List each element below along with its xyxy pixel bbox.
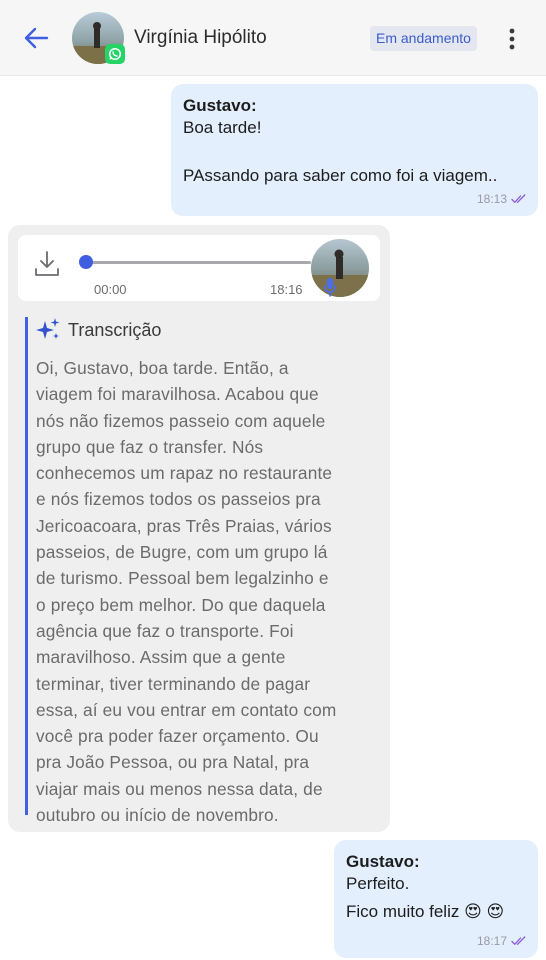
transcript-line: de turismo. Pessoal bem legalzinho e bbox=[36, 568, 329, 589]
whatsapp-icon bbox=[105, 44, 125, 64]
transcript-line: outubro ou início de novembro. bbox=[36, 805, 279, 826]
transcript-section: Transcrição Oi, Gustavo, boa tarde. Entã… bbox=[25, 317, 375, 825]
message-line: PAssando para saber como foi a viagem.. bbox=[183, 166, 498, 185]
message-time: 18:13 bbox=[476, 192, 507, 206]
transcript-line: agência que faz o transporte. Foi bbox=[36, 620, 294, 641]
sparkle-icon bbox=[36, 318, 60, 339]
chat-header: Virgínia Hipólito Em andamento bbox=[0, 0, 546, 76]
transcript-line: o preço bem melhor. Do que daquela bbox=[36, 594, 326, 615]
audio-player: 00:00 18:16 bbox=[18, 235, 380, 301]
transcript-line: terminar, tiver terminando de pagar bbox=[36, 673, 311, 694]
transcript-line: pra João Pessoa, ou pra Natal, pra bbox=[36, 752, 310, 773]
message-time: 18:17 bbox=[476, 934, 507, 948]
message-line: Perfeito. bbox=[346, 874, 410, 893]
message-bubble-outgoing[interactable]: Gustavo: Boa tarde! PAssando para saber … bbox=[171, 84, 538, 216]
message-bubble-outgoing[interactable]: Gustavo: Perfeito. Fico muito feliz 😍 😍 … bbox=[334, 840, 538, 958]
transcript-header: Transcrição bbox=[36, 317, 375, 343]
transcript-line: conhecemos um rapaz no restaurante bbox=[36, 463, 333, 484]
transcript-line: viajar mais ou menos nessa data, de bbox=[36, 778, 323, 799]
transcript-line: grupo que faz o transfer. Nós bbox=[36, 436, 264, 457]
download-icon[interactable] bbox=[32, 249, 62, 279]
sender-avatar bbox=[311, 239, 369, 297]
microphone-icon bbox=[324, 278, 336, 297]
back-arrow-icon bbox=[24, 27, 49, 49]
transcript-line: passeios, de Bugre, com um grupo lá bbox=[36, 542, 328, 563]
audio-elapsed-time: 00:00 bbox=[94, 282, 127, 297]
audio-progress-handle[interactable] bbox=[79, 255, 93, 269]
message-meta: 18:13 bbox=[477, 192, 526, 206]
transcript-line: Jericoacoara, pras Três Praias, vários bbox=[36, 515, 332, 536]
transcript-line: você pra poder fazer orçamento. Ou bbox=[36, 726, 319, 747]
message-bubble-incoming: 00:00 18:16 Transcrição Oi, Gustavo, boa… bbox=[8, 225, 390, 832]
double-check-icon bbox=[511, 194, 526, 203]
transcript-line: Oi, Gustavo, boa tarde. Então, a bbox=[36, 358, 289, 378]
back-button[interactable] bbox=[22, 24, 50, 52]
message-sender: Gustavo: bbox=[183, 96, 257, 115]
audio-timestamp: 18:16 bbox=[270, 282, 303, 297]
message-sender: Gustavo: bbox=[346, 852, 420, 871]
double-check-icon bbox=[511, 936, 526, 945]
audio-progress-track[interactable] bbox=[89, 261, 311, 264]
transcript-line: nós não fizemos passeio com aquele bbox=[36, 410, 326, 431]
transcript-line: essa, aí eu vou entrar em contato com bbox=[36, 699, 337, 720]
transcript-line: viagem foi maravilhosa. Acabou que bbox=[36, 384, 319, 405]
status-badge: Em andamento bbox=[370, 26, 477, 51]
transcript-line: e nós fizemos todos os passeios pra bbox=[36, 489, 321, 510]
transcript-text: Oi, Gustavo, boa tarde. Então, a viagem … bbox=[36, 355, 380, 828]
message-line: Fico muito feliz 😍 😍 bbox=[346, 902, 505, 921]
contact-name[interactable]: Virgínia Hipólito bbox=[134, 27, 267, 49]
more-vertical-icon bbox=[509, 28, 515, 50]
transcript-title: Transcrição bbox=[68, 319, 162, 340]
transcript-line: maravilhoso. Assim que a gente bbox=[36, 647, 286, 668]
message-line bbox=[183, 140, 526, 164]
message-meta: 18:17 bbox=[477, 934, 526, 948]
message-line: Boa tarde! bbox=[183, 118, 262, 137]
more-options-button[interactable] bbox=[500, 24, 524, 54]
